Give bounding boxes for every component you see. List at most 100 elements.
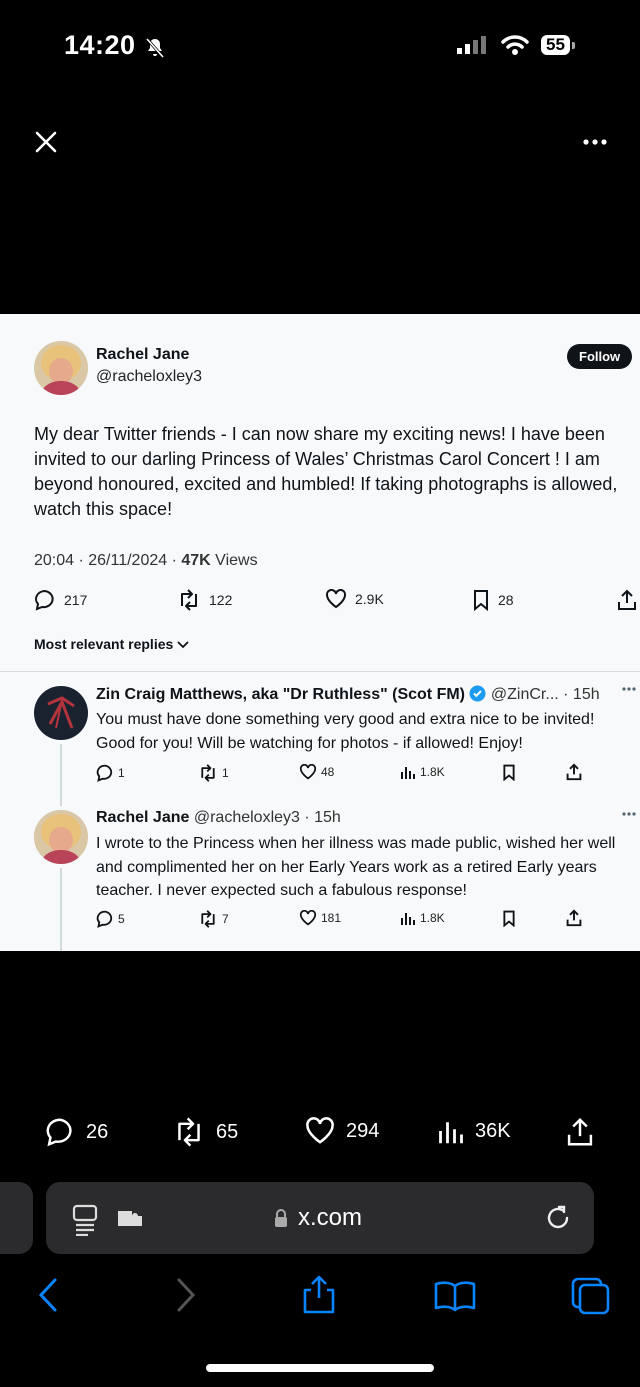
bottom-like-action[interactable]: 294 — [304, 1117, 379, 1145]
reply-share-icon[interactable] — [566, 909, 582, 927]
heart-icon — [299, 910, 317, 926]
tweet-card: Rachel Jane @racheloxley3 Follow My dear… — [0, 314, 640, 951]
bottom-repost-count: 65 — [216, 1120, 239, 1143]
replies-sort-dropdown[interactable]: Most relevant replies — [34, 636, 189, 652]
reply-text: You must have done something very good a… — [96, 711, 595, 752]
reply-repost-action[interactable]: 1 — [198, 764, 229, 782]
views-icon — [400, 910, 416, 926]
repost-icon — [198, 764, 218, 782]
reply-repost-action[interactable]: 7 — [198, 910, 229, 928]
replies-sort-label: Most relevant replies — [34, 636, 174, 652]
verified-badge-icon — [469, 685, 486, 702]
reply-like-count: 48 — [321, 765, 335, 779]
battery-tip — [571, 41, 575, 49]
reply-like-action[interactable]: 181 — [299, 910, 341, 926]
reply-reply-action[interactable]: 1 — [96, 764, 125, 782]
chevron-down-icon — [177, 639, 189, 649]
wifi-icon — [501, 34, 529, 56]
reply-header: Rachel Jane @racheloxley3 · 15h — [96, 809, 626, 827]
reply-icon — [96, 910, 114, 928]
bottom-like-count: 294 — [346, 1119, 380, 1142]
bookmarks-icon[interactable] — [434, 1280, 476, 1312]
reply-more-icon[interactable] — [622, 811, 636, 817]
repost-count: 122 — [209, 592, 233, 608]
follow-button[interactable]: Follow — [567, 344, 633, 369]
battery-indicator: 55 — [541, 35, 570, 55]
reply-avatar[interactable] — [34, 686, 88, 740]
author-name[interactable]: Rachel Jane — [96, 346, 189, 364]
bookmark-icon — [472, 589, 490, 611]
repost-icon — [172, 1117, 206, 1147]
reply-repost-count: 7 — [222, 912, 229, 926]
tabs-icon[interactable] — [571, 1277, 611, 1315]
reply-reply-count: 1 — [118, 766, 125, 780]
reply-header: Zin Craig Matthews, aka "Dr Ruthless" (S… — [96, 685, 626, 704]
reply-icon — [96, 764, 114, 782]
status-icons: 55 — [455, 34, 575, 56]
reply-bookmark-icon[interactable] — [502, 910, 516, 927]
reply-views-action[interactable]: 1.8K — [400, 764, 445, 780]
reply-views-count: 1.8K — [420, 911, 445, 925]
reply-author-name[interactable]: Zin Craig Matthews, aka "Dr Ruthless" (S… — [96, 686, 465, 703]
reply-icon — [44, 1117, 76, 1147]
heart-icon — [325, 589, 347, 609]
bottom-views-count: 36K — [475, 1119, 511, 1142]
reload-icon[interactable] — [544, 1204, 572, 1232]
reply-text: I wrote to the Princess when her illness… — [96, 835, 616, 899]
divider — [0, 671, 640, 672]
url-display[interactable]: x.com — [274, 1204, 362, 1232]
like-action[interactable]: 2.9K — [325, 589, 384, 609]
bookmark-action[interactable]: 28 — [472, 589, 514, 611]
url-text: x.com — [298, 1204, 363, 1231]
share-icon[interactable] — [302, 1274, 336, 1314]
author-handle[interactable]: @racheloxley3 — [96, 368, 202, 386]
extension-icon[interactable] — [116, 1208, 144, 1230]
bottom-views-action[interactable]: 36K — [437, 1117, 511, 1145]
bottom-repost-action[interactable]: 65 — [172, 1117, 238, 1147]
reader-icon[interactable] — [72, 1204, 100, 1236]
clock-text: 14:20 — [64, 30, 136, 60]
bookmark-count: 28 — [498, 592, 514, 608]
share-icon[interactable] — [617, 589, 637, 611]
forward-button[interactable] — [176, 1278, 196, 1312]
tweet-timestamp: 20:04 · 26/11/2024 · — [34, 552, 182, 569]
reply-reply-action[interactable]: 5 — [96, 910, 125, 928]
repost-action[interactable]: 122 — [177, 589, 232, 611]
views-label: Views — [210, 552, 258, 569]
address-bar[interactable]: x.com — [46, 1182, 594, 1254]
reply-more-icon[interactable] — [622, 686, 636, 692]
reply-like-action[interactable]: 48 — [299, 764, 334, 780]
reply-icon — [34, 589, 56, 611]
previous-tab-preview[interactable] — [0, 1182, 33, 1254]
views-count: 47K — [181, 552, 211, 569]
reply-bookmark-icon[interactable] — [502, 764, 516, 781]
reply-repost-count: 1 — [222, 766, 229, 780]
reply-author-name[interactable]: Rachel Jane — [96, 809, 189, 826]
like-count: 2.9K — [355, 591, 384, 607]
reply-views-action[interactable]: 1.8K — [400, 910, 445, 926]
author-avatar[interactable] — [34, 341, 88, 395]
silent-bell-icon — [143, 36, 167, 60]
reply-reply-count: 5 — [118, 912, 125, 926]
repost-icon — [198, 910, 218, 928]
home-indicator[interactable] — [206, 1364, 434, 1372]
thread-line — [60, 744, 62, 806]
reply-handle[interactable]: @ZinCr... · 15h — [491, 686, 600, 703]
tweet-text: My dear Twitter friends - I can now shar… — [34, 424, 618, 519]
reply-count: 217 — [64, 592, 88, 608]
status-time: 14:20 — [64, 30, 136, 61]
heart-icon — [304, 1117, 336, 1145]
reply-handle[interactable]: @racheloxley3 · 15h — [194, 809, 341, 826]
bottom-share-icon[interactable] — [566, 1117, 594, 1147]
more-icon[interactable] — [582, 137, 608, 147]
bottom-reply-action[interactable]: 26 — [44, 1117, 108, 1147]
signal-icon — [455, 34, 489, 56]
views-icon — [437, 1117, 465, 1145]
reply-share-icon[interactable] — [566, 763, 582, 781]
reply-like-count: 181 — [321, 911, 342, 925]
close-icon[interactable] — [34, 130, 58, 154]
reply-avatar[interactable] — [34, 810, 88, 864]
reply-views-count: 1.8K — [420, 765, 445, 779]
back-button[interactable] — [38, 1278, 58, 1312]
reply-action[interactable]: 217 — [34, 589, 87, 611]
